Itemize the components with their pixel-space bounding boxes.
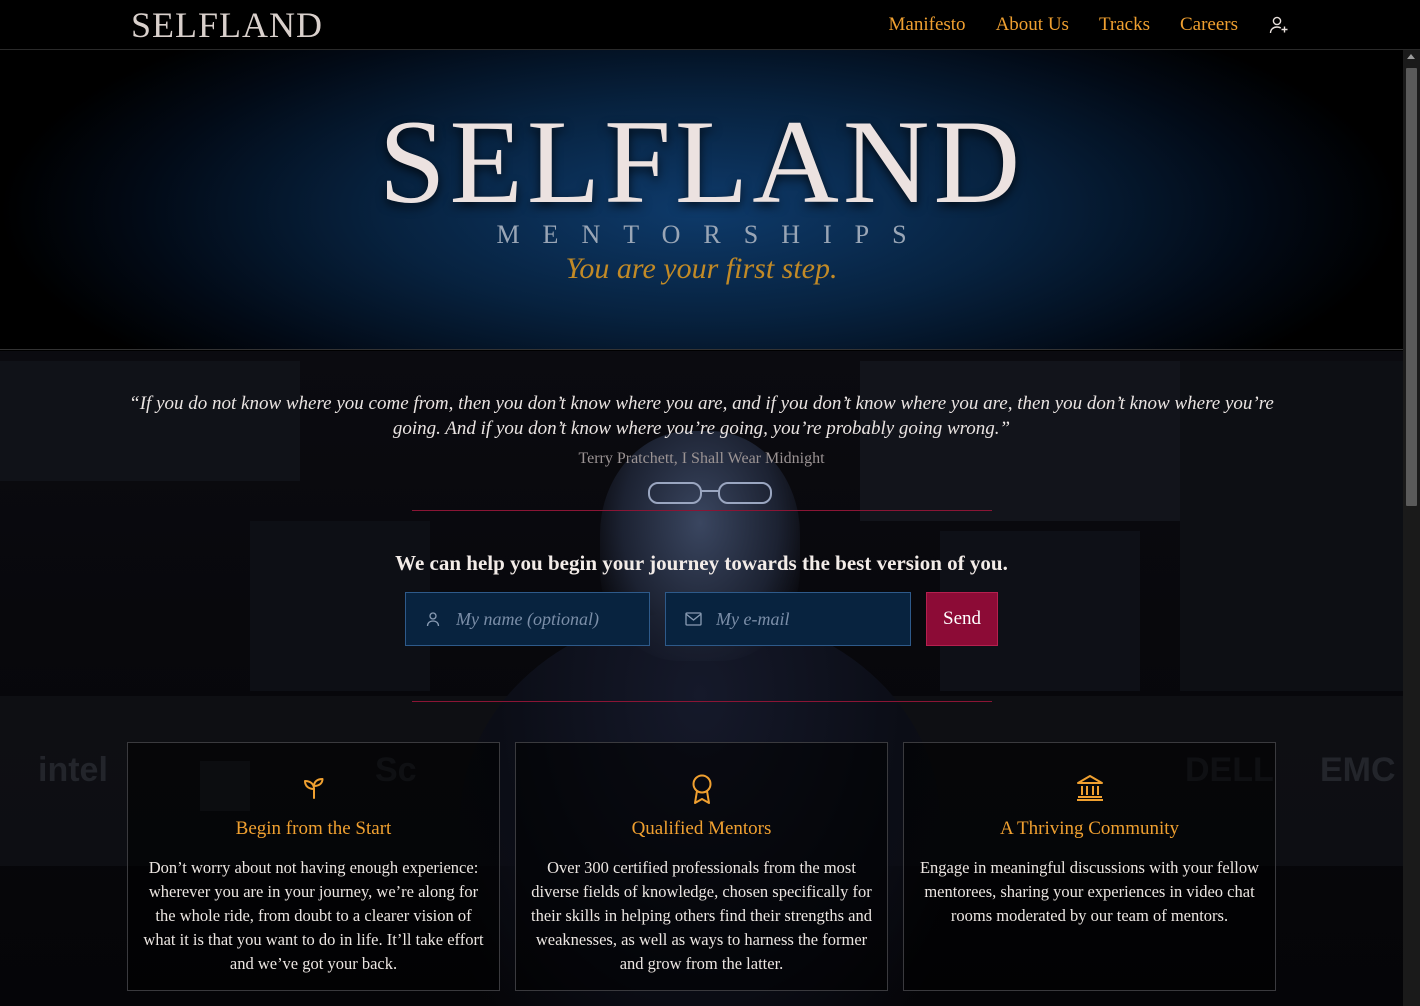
mail-icon: [684, 610, 702, 628]
send-button[interactable]: Send: [926, 592, 998, 646]
pratchett-quote: “If you do not know where you come from,…: [129, 393, 1274, 439]
quote-author: Terry Pratchett, I Shall Wear Midnight: [578, 450, 825, 467]
divider-bottom: [412, 701, 992, 702]
feature-card-community: A Thriving Community Engage in meaningfu…: [903, 742, 1276, 991]
card-title: A Thriving Community: [999, 818, 1180, 839]
site-logo[interactable]: SELFLAND: [131, 4, 323, 46]
user-plus-icon[interactable]: [1268, 14, 1290, 36]
name-input[interactable]: [456, 608, 626, 630]
nav-link-about-us[interactable]: About Us: [996, 14, 1069, 36]
bank-icon: [904, 773, 1275, 805]
hero-subtitle: MENTORSHIPS: [496, 220, 930, 249]
card-text: Don’t worry about not having enough expe…: [143, 858, 484, 973]
name-field[interactable]: [405, 592, 650, 646]
card-title: Begin from the Start: [235, 818, 392, 839]
scroll-up-arrow-icon[interactable]: [1407, 54, 1415, 59]
scrollbar-thumb[interactable]: [1406, 68, 1417, 506]
sprout-icon: [128, 773, 499, 805]
feature-card-start: Begin from the Start Don’t worry about n…: [127, 742, 500, 991]
page-scrollbar[interactable]: [1403, 50, 1420, 1006]
award-icon: [516, 773, 887, 805]
email-input[interactable]: [716, 608, 886, 630]
nav-link-careers[interactable]: Careers: [1180, 14, 1238, 36]
divider-top: [412, 510, 992, 511]
nav-links: Manifesto About Us Tracks Careers: [889, 0, 1290, 50]
nav-link-tracks[interactable]: Tracks: [1099, 14, 1150, 36]
card-text: Engage in meaningful discussions with yo…: [919, 858, 1260, 925]
user-icon: [424, 610, 442, 628]
hero-banner: SELFLAND MENTORSHIPS You are your first …: [0, 50, 1403, 350]
hero-brand: SELFLAND: [378, 95, 1025, 228]
top-navbar: SELFLAND Manifesto About Us Tracks Caree…: [0, 0, 1420, 50]
hero-tagline: You are your first step.: [565, 252, 838, 285]
card-text: Over 300 certified professionals from th…: [531, 858, 872, 973]
nav-link-manifesto[interactable]: Manifesto: [889, 14, 966, 36]
email-field[interactable]: [665, 592, 911, 646]
card-title: Qualified Mentors: [631, 818, 772, 839]
feature-card-mentors: Qualified Mentors Over 300 certified pro…: [515, 742, 888, 991]
signup-heading: We can help you begin your journey towar…: [395, 551, 1008, 575]
